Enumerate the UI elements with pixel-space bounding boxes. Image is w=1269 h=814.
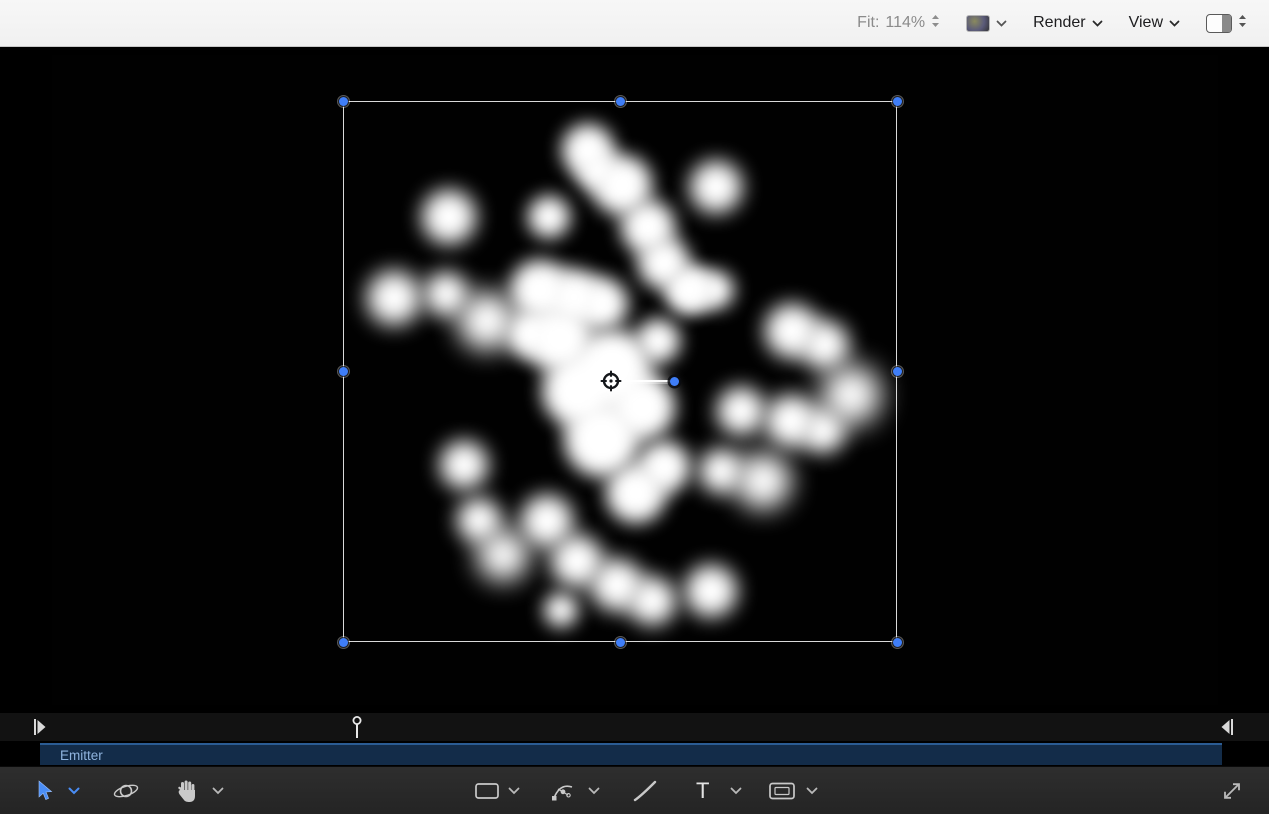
rectangle-shape-tool[interactable] [474,781,500,801]
fit-label: Fit: [857,14,879,32]
selection-handle[interactable] [616,638,625,647]
layout-stepper-icon[interactable] [1238,14,1247,33]
rotation-handle[interactable] [670,377,679,386]
resize-expand-icon[interactable] [1221,780,1243,802]
3d-transform-tool[interactable] [112,779,140,803]
selection-handle[interactable] [893,97,902,106]
selection-handle[interactable] [339,638,348,647]
out-point-marker-icon[interactable] [1220,718,1234,741]
color-channel-control[interactable] [966,14,1007,32]
in-point-marker-icon[interactable] [33,718,47,741]
selection-handle[interactable] [339,367,348,376]
bottom-toolbar: T [0,766,1269,814]
selection-handle[interactable] [616,97,625,106]
view-label: View [1129,14,1163,32]
text-tool[interactable]: T [696,780,709,802]
text-tool-glyph: T [696,780,709,802]
color-well-icon[interactable] [966,15,990,32]
chevron-down-icon [996,14,1007,32]
pan-tool-chevron-icon[interactable] [212,787,224,795]
view-menu[interactable]: View [1129,14,1180,32]
pen-tool-chevron-icon[interactable] [588,787,600,795]
top-toolbar: Fit: 114% Render View [0,0,1269,47]
mini-timeline[interactable] [0,713,1269,741]
rotation-handle-line [621,380,670,382]
paint-stroke-tool[interactable] [632,779,658,803]
bezier-pen-tool[interactable] [550,779,576,803]
mask-tool-chevron-icon[interactable] [806,787,818,795]
emitter-layer-label: Emitter [40,748,103,763]
zoom-control[interactable]: Fit: 114% [857,14,940,33]
chevron-down-icon [1169,14,1180,32]
selection-overlay [0,47,1269,713]
canvas-viewport[interactable] [0,47,1269,713]
window-pane-icon[interactable] [1206,14,1232,33]
shape-tool-chevron-icon[interactable] [508,787,520,795]
zoom-stepper-icon[interactable] [931,14,940,33]
playhead-marker[interactable] [351,715,363,744]
chevron-down-icon [1092,14,1103,32]
render-label: Render [1033,14,1085,32]
mask-rectangle-tool[interactable] [768,781,796,801]
pan-hand-tool[interactable] [176,779,198,803]
layer-row: Emitter [0,741,1269,766]
emitter-layer-bar[interactable]: Emitter [40,743,1222,765]
render-menu[interactable]: Render [1033,14,1102,32]
select-transform-tool[interactable] [34,779,56,803]
selection-handle[interactable] [893,638,902,647]
selection-handle[interactable] [339,97,348,106]
anchor-crosshair-icon[interactable] [600,370,622,397]
zoom-value: 114% [885,14,925,32]
layout-control[interactable] [1206,14,1247,33]
select-tool-chevron-icon[interactable] [68,787,80,795]
selection-handle[interactable] [893,367,902,376]
text-tool-chevron-icon[interactable] [730,787,742,795]
